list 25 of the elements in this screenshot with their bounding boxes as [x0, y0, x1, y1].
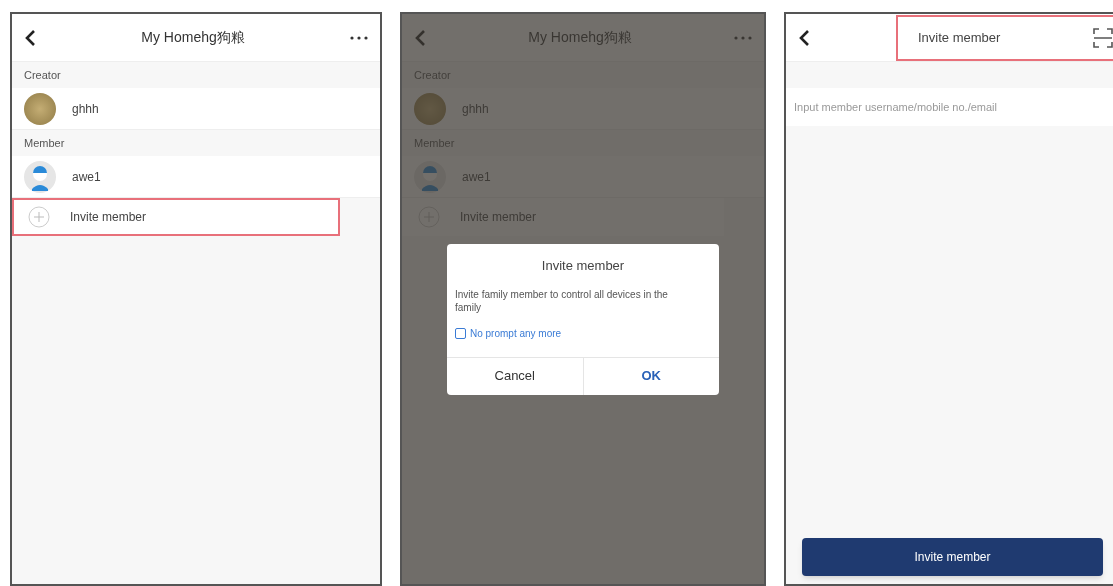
more-icon[interactable]	[350, 35, 368, 40]
screen-title: Invite member	[918, 28, 1001, 47]
invite-row[interactable]: Invite member	[12, 198, 340, 236]
back-icon[interactable]	[798, 28, 810, 47]
dialog-button[interactable]: OK	[582, 357, 719, 395]
member-name: awe1	[72, 168, 101, 186]
dialog-title: Invite member	[540, 257, 626, 275]
plus-icon	[28, 206, 50, 228]
member-row[interactable]: awe1	[12, 156, 380, 198]
scan-icon[interactable]	[1093, 27, 1113, 48]
section-header: Member	[24, 135, 65, 151]
invite-label: Invite member	[70, 209, 147, 226]
member-name: ghhh	[72, 100, 99, 118]
avatar-photo	[24, 92, 56, 125]
dialog-message: Invite family member to control all devices in the family	[454, 287, 669, 314]
user-avatar-icon	[24, 160, 56, 193]
screen-title: My Homehg狗粮	[140, 28, 246, 47]
invite-button[interactable]: Invite member	[802, 538, 1103, 576]
dialog-button[interactable]: Cancel	[447, 357, 583, 395]
back-icon[interactable]	[24, 28, 36, 47]
checkbox[interactable]	[455, 327, 466, 339]
member-input-field[interactable]: Input member username/mobile no./email	[786, 88, 1113, 126]
section-header: Creator	[24, 67, 61, 83]
member-row[interactable]: ghhh	[12, 88, 380, 130]
checkbox-label: No prompt any more	[470, 326, 562, 341]
